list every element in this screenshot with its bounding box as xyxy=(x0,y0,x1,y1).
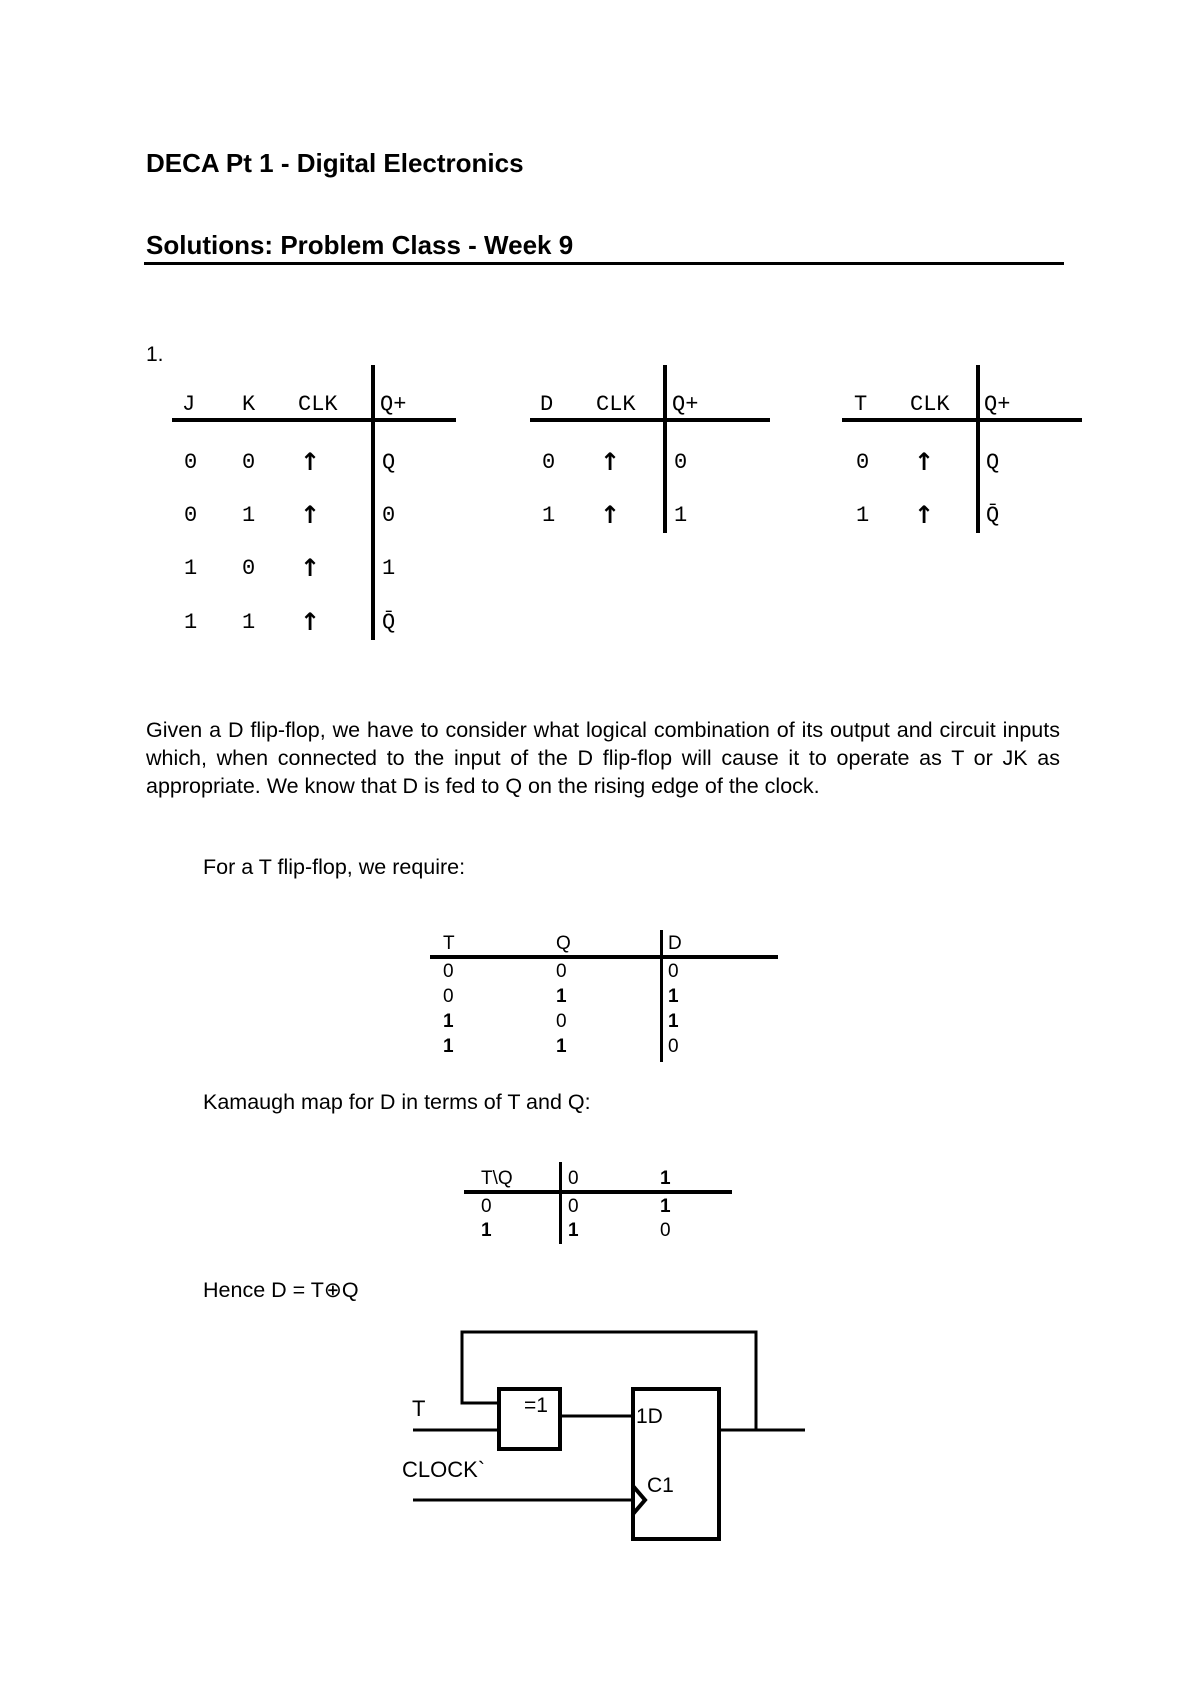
ff-clock-input-label: C1 xyxy=(647,1474,674,1497)
ff-d-input-label: 1D xyxy=(636,1405,663,1428)
t-flip-flop-circuit xyxy=(413,1330,805,1541)
xor-gate-label: =1 xyxy=(524,1394,548,1417)
circuit-input-t-label: T xyxy=(412,1396,426,1421)
circuit-input-clock-label: CLOCK` xyxy=(402,1457,486,1482)
